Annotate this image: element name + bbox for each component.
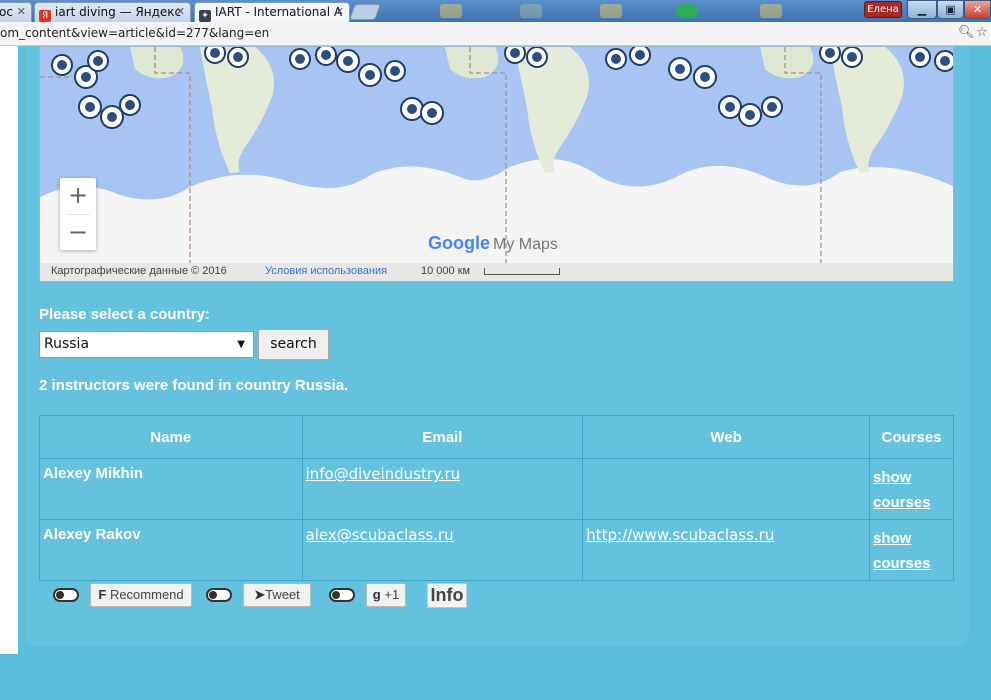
- courses-cell: show courses: [869, 519, 954, 581]
- table-row: Alexey Mikhin info@diveindustry.ru show c…: [39, 458, 954, 520]
- new-tab-button[interactable]: [349, 4, 381, 20]
- zoom-icon[interactable]: 🔍︎: [958, 25, 975, 40]
- background-decoration: [600, 4, 622, 18]
- privacy-toggle-icon[interactable]: [329, 588, 355, 602]
- google-plus-button[interactable]: g +1: [366, 583, 406, 607]
- column-header-courses: Courses: [869, 415, 954, 459]
- iart-icon: ✦: [199, 10, 211, 22]
- show-courses-link[interactable]: show courses: [873, 469, 931, 511]
- show-courses-text: courses: [873, 555, 931, 572]
- column-header-web: Web: [582, 415, 871, 459]
- google-plus-icon: g: [372, 587, 381, 602]
- user-badge[interactable]: Елена: [864, 1, 902, 18]
- column-header-name: Name: [39, 415, 303, 459]
- instructor-name: Alexey Rakov: [39, 519, 303, 581]
- search-button[interactable]: search: [258, 329, 329, 360]
- close-icon[interactable]: ✕: [335, 3, 344, 21]
- dropdown-arrow-icon: ▼: [237, 339, 245, 350]
- show-courses-text: show: [873, 530, 912, 547]
- map-view[interactable]: + − Google My Maps Картографические данны…: [39, 46, 954, 282]
- background-decoration: [676, 4, 698, 18]
- email-cell: alex@scubaclass.ru: [301, 519, 584, 581]
- tab-label: iart diving — Яндекс: [55, 5, 182, 19]
- tab-label: ос: [0, 5, 13, 19]
- email-link[interactable]: alex@scubaclass.ru: [306, 526, 454, 544]
- map-scale-bar: [484, 268, 560, 275]
- country-select[interactable]: Russia ▼: [39, 331, 254, 358]
- country-select-value: Russia: [44, 336, 90, 352]
- tweet-button[interactable]: ➤Tweet: [243, 583, 311, 607]
- web-cell: http://www.scubaclass.ru: [582, 519, 871, 581]
- show-courses-text: courses: [873, 494, 931, 511]
- email-link[interactable]: info@diveindustry.ru: [306, 465, 461, 483]
- facebook-recommend-button[interactable]: F Recommend: [90, 583, 192, 607]
- results-summary: 2 instructors were found in country Russ…: [39, 377, 349, 394]
- recommend-label: Recommend: [109, 587, 184, 602]
- table-row: Alexey Rakov alex@scubaclass.ru http://w…: [39, 519, 954, 581]
- table-header-row: Name Email Web Courses: [39, 415, 954, 459]
- courses-cell: show courses: [869, 458, 954, 520]
- google-my-maps-logo: Google My Maps: [428, 233, 558, 254]
- browser-tab-bar: ос ✕ Яiart diving — Яндекс ✕ ✦ IART - Int…: [0, 0, 991, 22]
- tweet-label: Tweet: [265, 587, 300, 602]
- map-zoom-control: + −: [60, 178, 96, 250]
- background-decoration: [440, 4, 462, 18]
- instructor-name: Alexey Mikhin: [39, 458, 303, 520]
- facebook-icon: F: [98, 587, 107, 602]
- address-bar: om_content&view=article&id=277&lang=en 🔍…: [0, 22, 991, 46]
- tab-label: IART - International A: [215, 5, 343, 19]
- close-window-button[interactable]: ✕: [964, 0, 991, 19]
- gplus-label: +1: [384, 587, 400, 602]
- instructors-table: Name Email Web Courses Alexey Mikhin inf…: [39, 415, 954, 581]
- privacy-toggle-icon[interactable]: [206, 588, 232, 602]
- background-decoration: [760, 4, 782, 18]
- map-attribution: Картографические данные © 2016: [51, 265, 227, 277]
- left-content-strip: [0, 46, 18, 654]
- map-scale-label: 10 000 км: [421, 265, 471, 277]
- tab-1[interactable]: ос ✕: [0, 2, 32, 22]
- country-select-label: Please select a country:: [39, 306, 210, 323]
- tab-3[interactable]: ✦ IART - International A ✕: [194, 2, 350, 22]
- map-attribution-bar: Картографические данные © 2016 Условия и…: [40, 263, 953, 281]
- info-button[interactable]: Info: [427, 583, 467, 608]
- show-courses-link[interactable]: show courses: [873, 530, 931, 572]
- mymaps-logo-text: My Maps: [493, 236, 558, 253]
- column-header-email: Email: [301, 415, 584, 459]
- bookmark-star-icon[interactable]: ☆: [976, 25, 988, 40]
- zoom-out-button[interactable]: −: [60, 215, 96, 251]
- footer-band: [0, 654, 991, 700]
- google-logo-text: Google: [428, 233, 490, 253]
- maximize-button[interactable]: ▣: [937, 0, 964, 19]
- tab-2[interactable]: Яiart diving — Яндекс ✕: [34, 2, 191, 22]
- close-icon[interactable]: ✕: [176, 3, 185, 21]
- url-field[interactable]: om_content&view=article&id=277&lang=en: [0, 26, 269, 40]
- privacy-toggle-icon[interactable]: [53, 588, 79, 602]
- email-cell: info@diveindustry.ru: [301, 458, 584, 520]
- yandex-icon: Я: [39, 10, 51, 22]
- background-decoration: [520, 4, 542, 18]
- minimize-button[interactable]: ▁: [907, 0, 937, 19]
- web-link[interactable]: http://www.scubaclass.ru: [586, 526, 774, 544]
- twitter-bird-icon: ➤: [254, 587, 266, 602]
- show-courses-text: show: [873, 469, 912, 486]
- web-cell: [582, 458, 871, 520]
- zoom-in-button[interactable]: +: [60, 178, 96, 214]
- close-icon[interactable]: ✕: [17, 3, 26, 21]
- map-terms-link[interactable]: Условия использования: [265, 265, 387, 277]
